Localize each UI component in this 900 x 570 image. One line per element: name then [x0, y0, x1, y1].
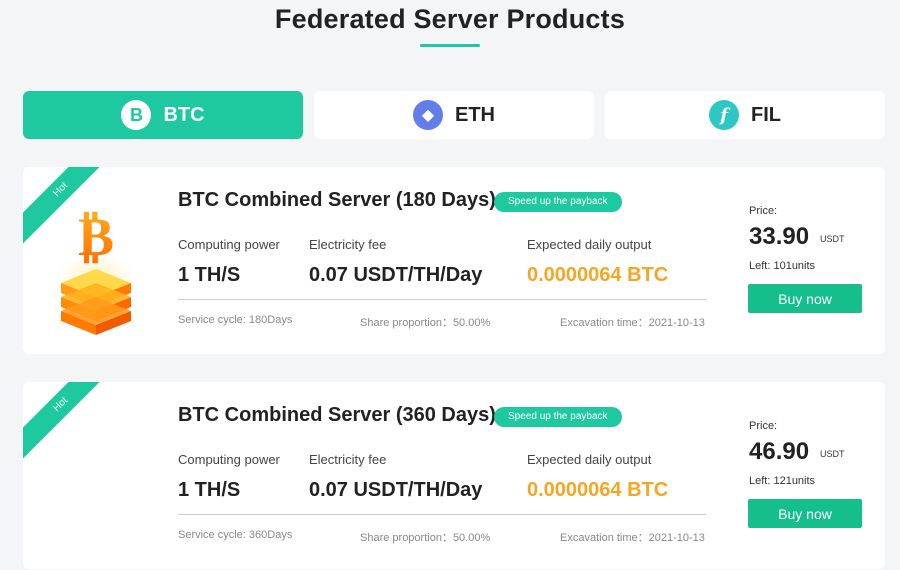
daily-output-value: 0.0000064 BTC: [527, 479, 669, 501]
excavation-time: Excavation time：2021-10-13: [560, 532, 705, 544]
price-label: Price:: [749, 420, 778, 432]
computing-power-value: 1 TH/S: [178, 264, 241, 286]
title-underline: [420, 44, 480, 47]
divider: [178, 514, 706, 515]
bitcoin-icon: B: [121, 100, 152, 130]
daily-output-label: Expected daily output: [527, 237, 652, 252]
price-value: 33.90: [749, 223, 810, 250]
bitcoin-server-image: ₿: [56, 205, 136, 335]
tab-fil[interactable]: f FIL: [605, 91, 885, 139]
electricity-fee-value: 0.07 USDT/TH/Day: [309, 264, 483, 286]
currency-tabs: B BTC ◆ ETH f FIL: [23, 91, 885, 139]
product-title: BTC Combined Server (360 Days): [178, 404, 496, 426]
tab-fil-label: FIL: [751, 103, 781, 126]
divider: [178, 299, 706, 300]
ethereum-icon: ◆: [413, 100, 443, 130]
share-proportion: Share proportion：50.00%: [360, 317, 491, 329]
service-cycle: Service cycle: 180Days: [178, 314, 293, 326]
units-left: Left: 121units: [749, 475, 816, 487]
tab-btc-label: BTC: [163, 103, 205, 126]
product-card: Hot BTC Combined Server (360 Days) Speed…: [23, 382, 885, 569]
filecoin-icon: f: [709, 100, 739, 130]
tab-eth-label: ETH: [455, 103, 495, 126]
page-title: Federated Server Products: [274, 4, 626, 34]
svg-text:₿: ₿: [78, 205, 114, 268]
electricity-fee-label: Electricity fee: [309, 237, 387, 252]
electricity-fee-value: 0.07 USDT/TH/Day: [309, 479, 483, 501]
price-currency: USDT: [820, 449, 845, 459]
share-proportion: Share proportion：50.00%: [360, 532, 491, 544]
daily-output-label: Expected daily output: [527, 452, 652, 467]
product-card: Hot ₿ BTC Combined Server (180 Days) Spe…: [23, 167, 885, 354]
computing-power-value: 1 TH/S: [178, 479, 241, 501]
price-label: Price:: [749, 205, 778, 217]
payback-badge: Speed up the payback: [494, 192, 622, 212]
payback-badge: Speed up the payback: [494, 407, 622, 427]
units-left: Left: 101units: [749, 260, 816, 272]
buy-now-button[interactable]: Buy now: [748, 499, 862, 528]
tab-btc[interactable]: B BTC: [23, 91, 303, 139]
price-currency: USDT: [820, 234, 845, 244]
computing-power-label: Computing power: [178, 237, 280, 252]
computing-power-label: Computing power: [178, 452, 280, 467]
daily-output-value: 0.0000064 BTC: [527, 264, 669, 286]
hot-ribbon: Hot: [23, 382, 119, 463]
service-cycle: Service cycle: 360Days: [178, 529, 293, 541]
electricity-fee-label: Electricity fee: [309, 452, 387, 467]
product-title: BTC Combined Server (180 Days): [178, 189, 496, 211]
price-value: 46.90: [749, 438, 810, 465]
buy-now-button[interactable]: Buy now: [748, 284, 862, 313]
excavation-time: Excavation time：2021-10-13: [560, 317, 705, 329]
tab-eth[interactable]: ◆ ETH: [314, 91, 594, 139]
